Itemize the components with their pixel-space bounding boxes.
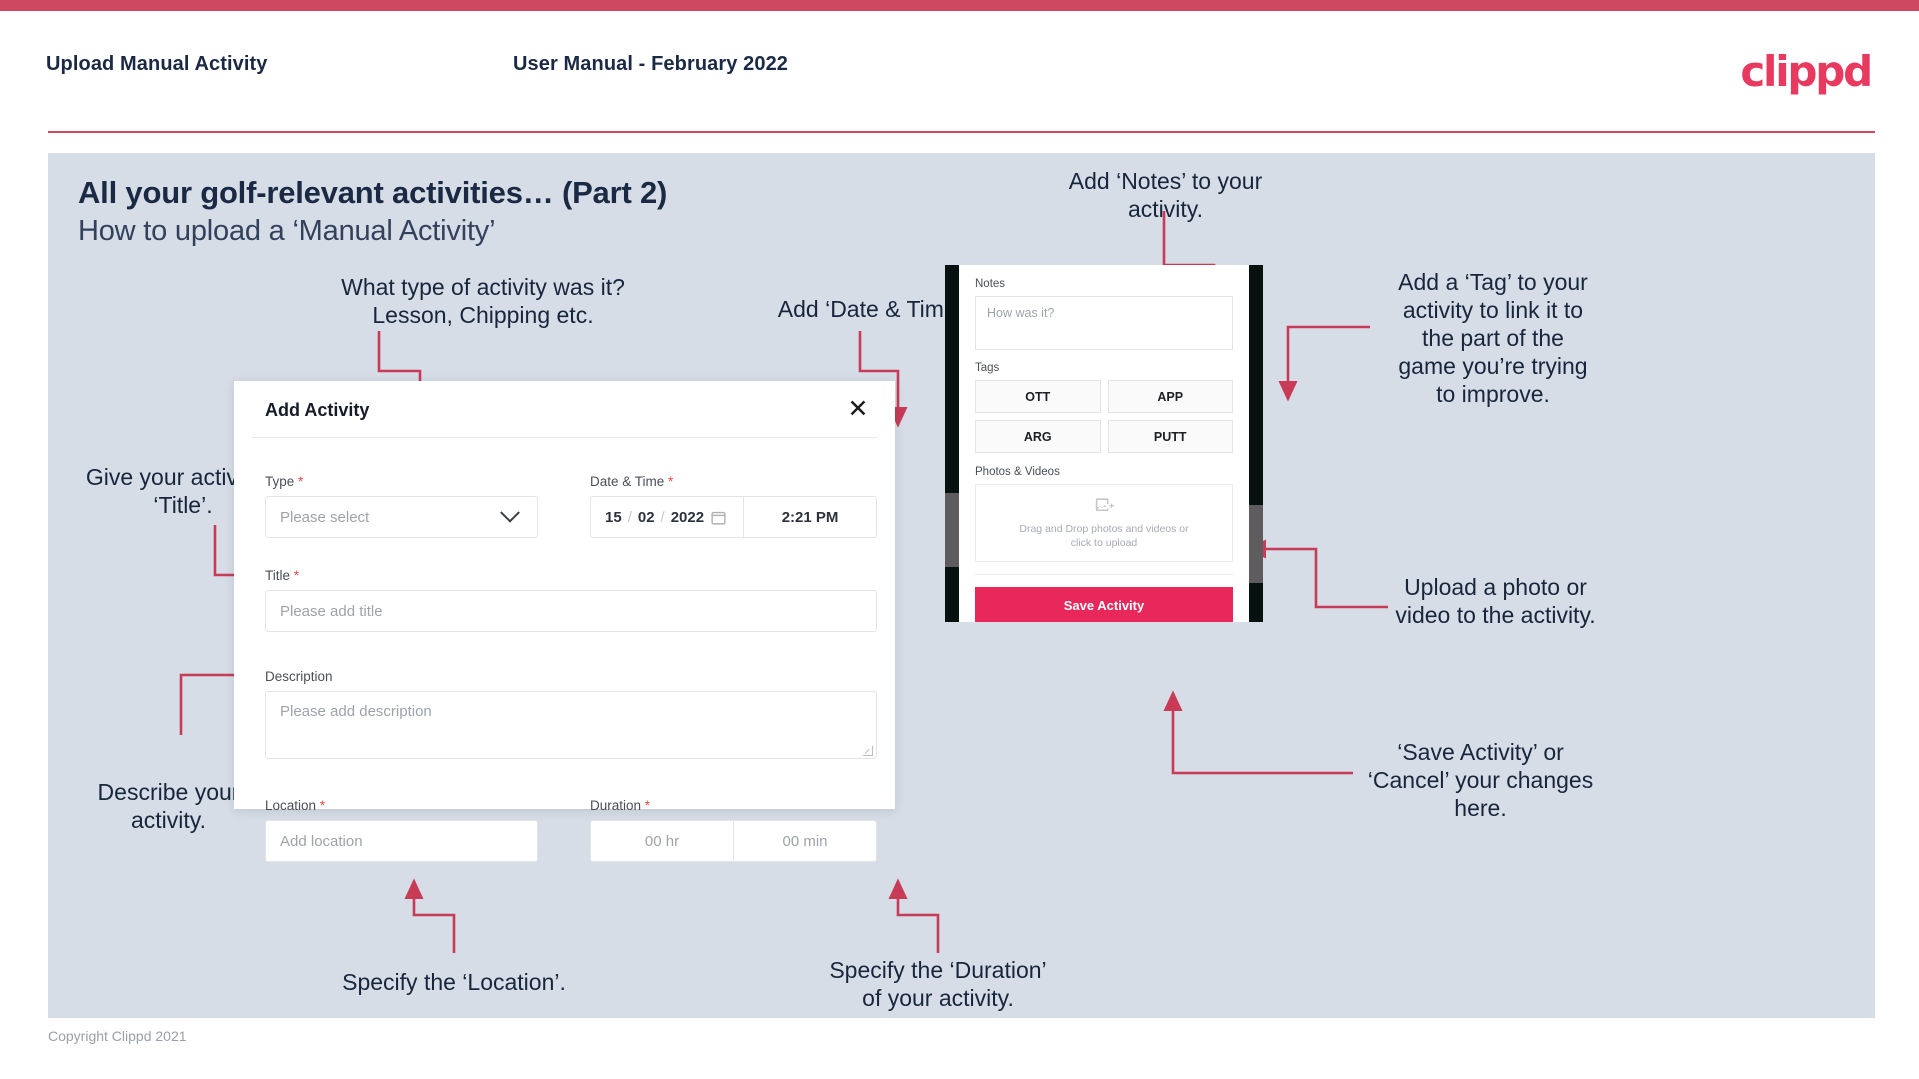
phone-side-button (945, 493, 959, 567)
phone-tags-label: Tags (975, 362, 1000, 374)
close-icon[interactable]: ✕ (843, 393, 873, 423)
tag-grid: OTT APP ARG PUTT (975, 380, 1233, 453)
location-input[interactable]: Add location (265, 820, 538, 862)
dialog-divider (252, 437, 877, 438)
field-label-location: Location * (265, 798, 326, 813)
annotation-notes: Add ‘Notes’ to your activity. (1068, 168, 1263, 223)
phone-notes-placeholder: How was it? (987, 306, 1055, 320)
phone-photos-label: Photos & Videos (975, 466, 1060, 478)
date-year: 2022 (670, 508, 705, 526)
field-type: Type * Please select (265, 474, 538, 538)
phone-bezel-right (1249, 265, 1263, 622)
phone-actions: Save Activity Cancel (959, 575, 1249, 622)
date-sep: / (660, 508, 665, 526)
field-label-title: Title * (265, 568, 300, 583)
duration-control: 00 hr 00 min (590, 820, 877, 862)
type-select[interactable]: Please select (265, 496, 538, 538)
annotation-location: Specify the ‘Location’. (342, 969, 566, 995)
annotation-save: ‘Save Activity’ or ‘Cancel’ your changes… (1367, 739, 1594, 822)
duration-minutes-input[interactable]: 00 min (733, 821, 876, 861)
required-asterisk: * (293, 568, 300, 583)
phone-mockup: Notes How was it? Tags OTT APP ARG PUTT (945, 265, 1263, 622)
phone-tags-section: Tags OTT APP ARG PUTT (959, 350, 1249, 453)
phone-bezel-left (945, 265, 959, 622)
header-subtitle: User Manual - February 2022 (513, 53, 789, 75)
add-image-icon (1095, 498, 1114, 511)
clippd-logo: clippd (1740, 47, 1873, 96)
resize-handle-icon[interactable] (863, 746, 873, 756)
required-asterisk: * (298, 474, 304, 489)
location-placeholder: Add location (280, 832, 363, 850)
required-asterisk: * (644, 798, 651, 813)
field-label-datetime: Date & Time * (590, 474, 674, 489)
tag-button-app[interactable]: APP (1107, 380, 1233, 413)
field-datetime: Date & Time * 15 / 02 / 2022 2:21 PM (590, 474, 877, 538)
dialog-header: Add Activity ✕ (234, 381, 895, 437)
annotation-type: What type of activity was it? Lesson, Ch… (341, 274, 625, 329)
phone-notes-label: Notes (975, 278, 1006, 290)
dialog-title: Add Activity (265, 400, 370, 420)
slide-root: Upload Manual Activity User Manual - Feb… (0, 0, 1919, 1079)
annotation-tags: Add a ‘Tag’ to your activity to link it … (1398, 269, 1588, 408)
slide-subtitle: How to upload a ‘Manual Activity’ (78, 215, 496, 247)
top-accent-bar (0, 0, 1919, 11)
field-label-type: Type * (265, 474, 304, 489)
title-input-placeholder: Please add title (280, 602, 383, 620)
phone-side-button (1249, 505, 1263, 583)
header-title: Upload Manual Activity (46, 53, 268, 75)
tag-button-ott[interactable]: OTT (975, 380, 1101, 413)
tag-button-putt[interactable]: PUTT (1107, 420, 1233, 453)
dropzone-line2: click to upload (1070, 537, 1138, 549)
date-day: 15 (605, 508, 622, 526)
field-location: Location * Add location (265, 798, 538, 862)
description-textarea[interactable]: Please add description (265, 691, 877, 759)
description-placeholder: Please add description (280, 703, 432, 720)
title-input[interactable]: Please add title (265, 590, 877, 632)
header-divider (48, 131, 1875, 133)
annotation-duration: Specify the ‘Duration’ of your activity. (829, 957, 1047, 1012)
page-header: Upload Manual Activity User Manual - Feb… (0, 11, 1919, 133)
photo-dropzone[interactable]: Drag and Drop photos and videos or click… (975, 484, 1233, 562)
add-activity-dialog: Add Activity ✕ Type * Please select Date… (234, 381, 895, 862)
phone-notes-input[interactable]: How was it? (975, 296, 1233, 350)
required-asterisk: * (668, 474, 674, 489)
required-asterisk: * (319, 798, 326, 813)
field-label-duration: Duration * (590, 798, 651, 813)
phone-notes-section: Notes How was it? (959, 265, 1249, 350)
phone-screen: Notes How was it? Tags OTT APP ARG PUTT (959, 265, 1249, 622)
phone-photos-section: Photos & Videos Drag and Drop photos and… (959, 453, 1249, 562)
footer-copyright: Copyright Clippd 2021 (48, 1028, 187, 1044)
annotation-photos: Upload a photo or video to the activity. (1395, 574, 1596, 629)
date-input[interactable]: 15 / 02 / 2022 (591, 497, 745, 537)
slide-title: All your golf-relevant activities… (Part… (78, 175, 668, 210)
field-duration: Duration * 00 hr 00 min (590, 798, 877, 862)
annotation-datetime: Add ‘Date & Time’. (777, 296, 969, 322)
datetime-control: 15 / 02 / 2022 2:21 PM (590, 496, 877, 538)
date-month: 02 (637, 508, 655, 526)
date-sep: / (627, 508, 632, 526)
field-label-description: Description (265, 669, 333, 684)
slide-canvas: All your golf-relevant activities… (Part… (48, 153, 1875, 1018)
field-description: Description Please add description (265, 669, 877, 759)
time-input[interactable]: 2:21 PM (744, 497, 876, 537)
chevron-down-icon (500, 502, 520, 523)
dropzone-text: Drag and Drop photos and videos or click… (1019, 522, 1188, 550)
tag-button-arg[interactable]: ARG (975, 420, 1101, 453)
duration-hours-input[interactable]: 00 hr (591, 821, 733, 861)
calendar-icon[interactable] (710, 509, 727, 526)
save-activity-button[interactable]: Save Activity (975, 587, 1233, 622)
type-select-value: Please select (280, 508, 370, 526)
field-title: Title * Please add title (265, 568, 877, 632)
dropzone-line1: Drag and Drop photos and videos or (1019, 522, 1189, 535)
